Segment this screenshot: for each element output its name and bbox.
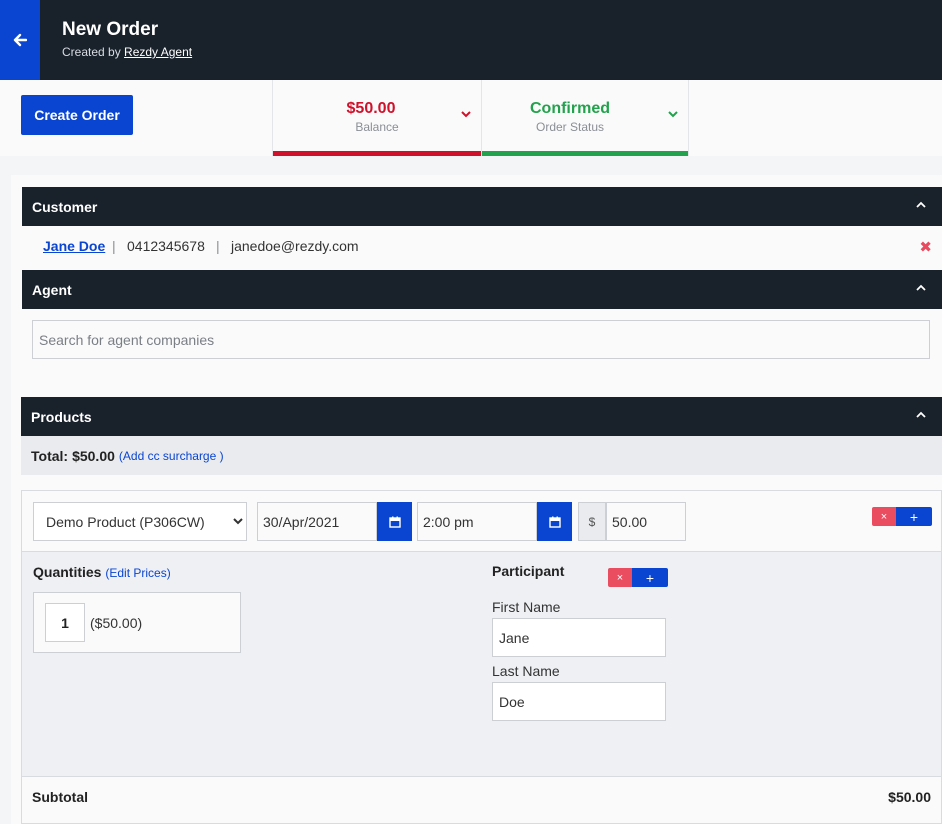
- first-name-label: First Name: [492, 599, 561, 615]
- customer-phone: 0412345678: [127, 238, 205, 254]
- chevron-up-icon[interactable]: [916, 201, 926, 209]
- created-by-prefix: Created by: [62, 45, 121, 59]
- quantity-box: 1 ($50.00): [33, 592, 241, 653]
- participant-heading: Participant: [492, 563, 565, 579]
- product-details: Quantities (Edit Prices) 1 ($50.00) Part…: [22, 551, 941, 776]
- quantities-heading: Quantities: [33, 564, 102, 580]
- products-heading: Products: [31, 408, 92, 425]
- customer-row: Jane Doe | 0412345678 | janedoe@rezdy.co…: [22, 226, 942, 270]
- balance-value: $50.00: [346, 100, 396, 117]
- app-header: New Order Created by Rezdy Agent: [0, 0, 942, 80]
- customer-email: janedoe@rezdy.com: [231, 238, 359, 254]
- created-by-user-link[interactable]: Rezdy Agent: [124, 45, 192, 59]
- chevron-up-icon[interactable]: [916, 284, 926, 292]
- time-picker-button[interactable]: [537, 502, 572, 541]
- quantities-label: Quantities (Edit Prices): [33, 564, 171, 580]
- created-by: Created by Rezdy Agent: [62, 45, 192, 59]
- separator: |: [112, 238, 116, 254]
- create-order-button[interactable]: Create Order: [21, 95, 133, 135]
- order-status-label: Order Status: [535, 120, 605, 134]
- balance-dropdown[interactable]: $50.00 Balance: [272, 80, 481, 156]
- time-field[interactable]: 2:00 pm: [417, 502, 537, 541]
- product-item-row: Demo Product (P306CW) 30/Apr/2021 2:00 p…: [22, 491, 941, 551]
- back-button[interactable]: [0, 0, 40, 80]
- add-product-button[interactable]: +: [896, 507, 932, 526]
- chevron-down-icon: [461, 111, 471, 118]
- last-name-label: Last Name: [492, 663, 560, 679]
- quantity-input[interactable]: 1: [45, 603, 85, 642]
- agent-heading: Agent: [32, 281, 72, 298]
- order-status-value: Confirmed: [530, 100, 610, 117]
- order-action-bar: Create Order $50.00 Balance Confirmed Or…: [0, 80, 942, 156]
- remove-customer-icon[interactable]: ✖: [919, 238, 932, 256]
- date-field[interactable]: 30/Apr/2021: [257, 502, 377, 541]
- status-indicator-bar: [482, 151, 688, 156]
- agent-search-input[interactable]: [32, 320, 930, 359]
- date-calendar-button[interactable]: [377, 502, 412, 541]
- customer-name-link[interactable]: Jane Doe: [43, 238, 105, 254]
- product-select[interactable]: Demo Product (P306CW): [33, 502, 247, 541]
- calendar-icon: [548, 516, 561, 528]
- page-title: New Order: [62, 19, 159, 40]
- last-name-field[interactable]: Doe: [492, 682, 666, 721]
- products-section-header[interactable]: Products: [21, 397, 942, 436]
- balance-label: Balance: [355, 120, 399, 134]
- balance-indicator-bar: [273, 151, 481, 156]
- edit-prices-link[interactable]: (Edit Prices): [105, 566, 170, 580]
- chevron-up-icon[interactable]: [916, 411, 926, 419]
- price-field[interactable]: 50.00: [606, 502, 686, 541]
- order-status-dropdown[interactable]: Confirmed Order Status: [481, 80, 689, 156]
- add-cc-surcharge-link[interactable]: (Add cc surcharge ): [119, 449, 224, 463]
- remove-product-button[interactable]: ×: [872, 507, 896, 526]
- total-label: Total:: [31, 447, 69, 464]
- arrow-left-icon: [13, 33, 27, 47]
- total-value: $50.00: [72, 447, 115, 464]
- chevron-down-icon: [668, 111, 678, 118]
- remove-participant-button[interactable]: ×: [608, 568, 632, 587]
- quantity-unit-price: ($50.00): [90, 615, 143, 631]
- customer-heading: Customer: [32, 198, 98, 215]
- subtotal-row: Subtotal $50.00: [22, 776, 941, 816]
- add-participant-button[interactable]: +: [632, 568, 668, 587]
- subtotal-label: Subtotal: [32, 789, 88, 805]
- currency-addon: $: [578, 502, 606, 541]
- calendar-icon: [388, 516, 401, 528]
- agent-section-header[interactable]: Agent: [22, 270, 942, 309]
- products-total-row: Total: $50.00 (Add cc surcharge ): [21, 436, 942, 475]
- product-item-card: Demo Product (P306CW) 30/Apr/2021 2:00 p…: [21, 490, 942, 824]
- subtotal-value: $50.00: [888, 789, 931, 805]
- separator: |: [216, 238, 220, 254]
- customer-section-header[interactable]: Customer: [22, 187, 942, 226]
- first-name-field[interactable]: Jane: [492, 618, 666, 657]
